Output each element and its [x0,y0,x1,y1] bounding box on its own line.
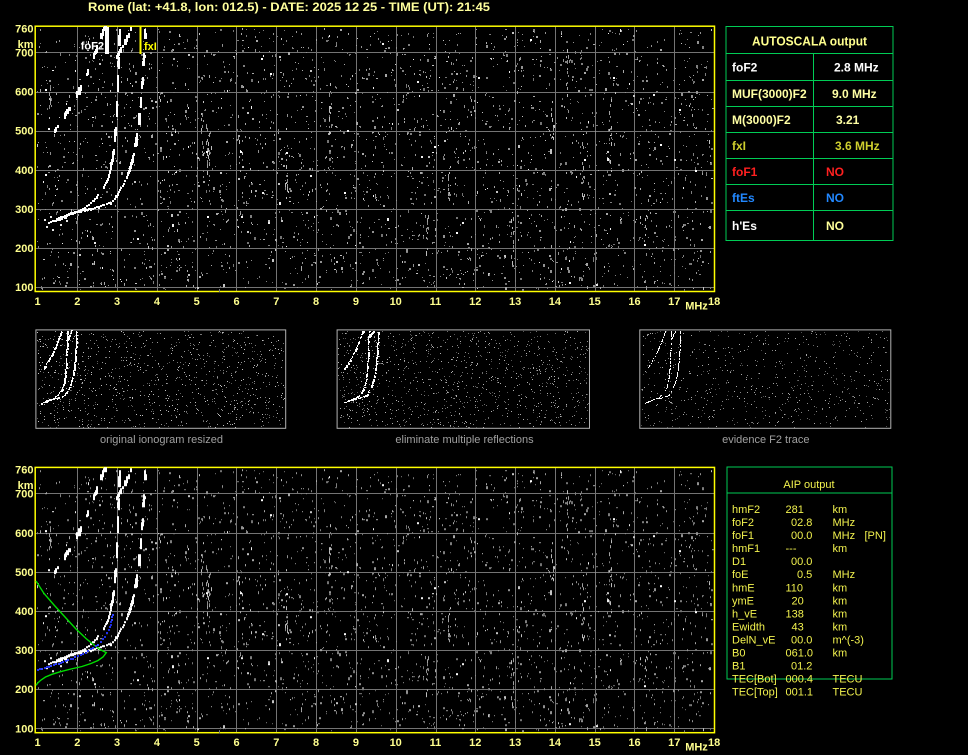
svg-text:18: 18 [708,296,720,308]
svg-text:12: 12 [469,296,481,308]
svg-text:fxI: fxI [144,41,157,53]
svg-text:original ionogram resized: original ionogram resized [100,434,223,446]
svg-text:9: 9 [353,296,359,308]
svg-text:1: 1 [34,296,40,308]
svg-text:13: 13 [509,296,521,308]
svg-text:17: 17 [668,296,680,308]
svg-text:3: 3 [114,296,120,308]
svg-text:2: 2 [74,296,80,308]
svg-text:300: 300 [15,204,33,216]
svg-text:10: 10 [390,296,402,308]
svg-text:760: 760 [15,24,33,36]
svg-text:MHz: MHz [685,301,708,313]
svg-text:5: 5 [194,296,200,308]
svg-text:7: 7 [273,296,279,308]
svg-text:500: 500 [15,126,33,138]
svg-text:200: 200 [15,243,33,255]
svg-text:14: 14 [549,296,562,308]
svg-text:foF2: foF2 [81,41,104,53]
svg-text:11: 11 [430,296,442,308]
svg-text:100: 100 [15,282,33,294]
svg-text:4: 4 [154,296,161,308]
svg-text:16: 16 [628,296,640,308]
svg-text:700: 700 [15,48,33,60]
svg-text:400: 400 [15,165,33,177]
svg-text:8: 8 [313,296,319,308]
svg-text:6: 6 [233,296,239,308]
svg-text:15: 15 [589,296,601,308]
svg-text:600: 600 [15,87,33,99]
